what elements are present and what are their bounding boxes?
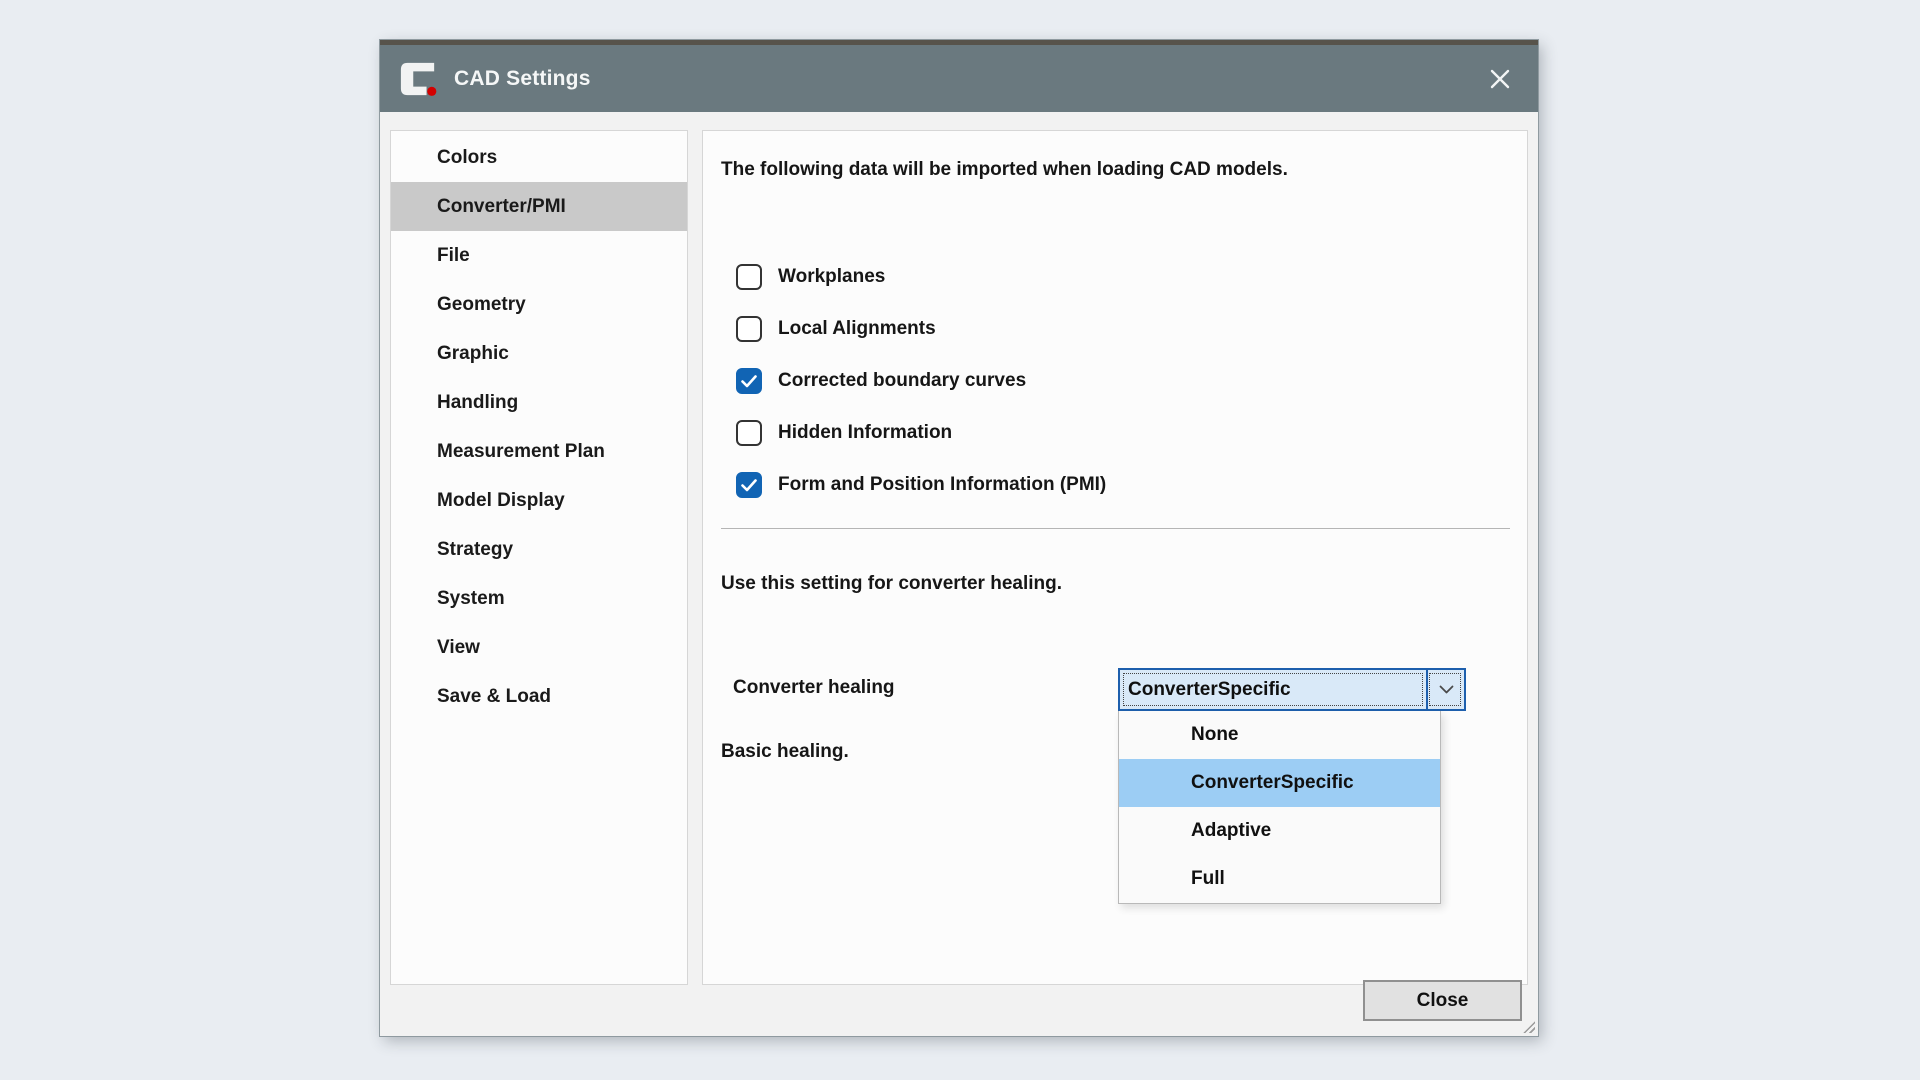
dropdown-option-full[interactable]: Full (1119, 855, 1440, 903)
sidebar-item-system[interactable]: System (391, 574, 687, 623)
dropdown-option-label: None (1191, 724, 1239, 746)
sidebar-item-view[interactable]: View (391, 623, 687, 672)
checkbox-row-workplanes[interactable]: Workplanes (736, 251, 1106, 303)
chevron-down-icon[interactable] (1426, 670, 1464, 709)
sidebar-item-label: Converter/PMI (437, 196, 566, 218)
sidebar-item-label: Graphic (437, 343, 509, 365)
checkbox-row-local-alignments[interactable]: Local Alignments (736, 303, 1106, 355)
converter-healing-label: Converter healing (733, 677, 895, 699)
window-title: CAD Settings (454, 67, 591, 91)
section-divider (721, 528, 1510, 529)
checkbox-row-corrected-boundary-curves[interactable]: Corrected boundary curves (736, 355, 1106, 407)
sidebar-item-handling[interactable]: Handling (391, 378, 687, 427)
converter-healing-dropdown: None ConverterSpecific Adaptive Full (1118, 711, 1441, 904)
checkbox-label: Form and Position Information (PMI) (778, 474, 1106, 496)
dropdown-option-label: Adaptive (1191, 820, 1271, 842)
checkbox-label: Corrected boundary curves (778, 370, 1026, 392)
checkbox-unchecked-icon[interactable] (736, 316, 762, 342)
checkbox-label: Local Alignments (778, 318, 936, 340)
checkbox-unchecked-icon[interactable] (736, 420, 762, 446)
sidebar-item-label: File (437, 245, 470, 267)
sidebar-item-colors[interactable]: Colors (391, 133, 687, 182)
sidebar-item-label: Geometry (437, 294, 526, 316)
sidebar-item-model-display[interactable]: Model Display (391, 476, 687, 525)
dropdown-option-adaptive[interactable]: Adaptive (1119, 807, 1440, 855)
dropdown-option-label: ConverterSpecific (1191, 772, 1354, 794)
sidebar-item-strategy[interactable]: Strategy (391, 525, 687, 574)
healing-heading: Use this setting for converter healing. (721, 573, 1062, 595)
sidebar-item-label: Save & Load (437, 686, 551, 708)
healing-description: Basic healing. (721, 741, 849, 763)
checkbox-label: Workplanes (778, 266, 885, 288)
titlebar[interactable]: CAD Settings (380, 45, 1538, 112)
checkbox-checked-icon[interactable] (736, 472, 762, 498)
checkbox-label: Hidden Information (778, 422, 952, 444)
sidebar-item-label: Measurement Plan (437, 441, 605, 463)
checkbox-row-hidden-information[interactable]: Hidden Information (736, 407, 1106, 459)
dropdown-option-label: Full (1191, 868, 1225, 890)
sidebar-item-label: Colors (437, 147, 497, 169)
sidebar-item-label: System (437, 588, 505, 610)
resize-grip[interactable] (1521, 1019, 1535, 1033)
converter-pmi-settings-panel: The following data will be imported when… (702, 130, 1528, 985)
sidebar-item-converter-pmi[interactable]: Converter/PMI (391, 182, 687, 231)
sidebar-item-label: Handling (437, 392, 518, 414)
cad-settings-dialog: CAD Settings Colors Converter/PMI File G… (380, 40, 1538, 1036)
app-logo-icon (397, 60, 439, 98)
sidebar-item-label: Strategy (437, 539, 513, 561)
settings-nav-list: Colors Converter/PMI File Geometry Graph… (390, 130, 688, 985)
close-icon[interactable] (1478, 57, 1522, 101)
sidebar-item-save-load[interactable]: Save & Load (391, 672, 687, 721)
close-button[interactable]: Close (1363, 980, 1522, 1021)
import-checkbox-group: Workplanes Local Alignments Corrected bo… (736, 251, 1106, 511)
sidebar-item-label: View (437, 637, 480, 659)
sidebar-item-measurement-plan[interactable]: Measurement Plan (391, 427, 687, 476)
sidebar-item-geometry[interactable]: Geometry (391, 280, 687, 329)
checkbox-unchecked-icon[interactable] (736, 264, 762, 290)
import-heading: The following data will be imported when… (721, 159, 1288, 181)
combobox-value: ConverterSpecific (1120, 670, 1426, 709)
sidebar-item-file[interactable]: File (391, 231, 687, 280)
checkbox-checked-icon[interactable] (736, 368, 762, 394)
sidebar-item-graphic[interactable]: Graphic (391, 329, 687, 378)
checkbox-row-form-position-pmi[interactable]: Form and Position Information (PMI) (736, 459, 1106, 511)
sidebar-item-label: Model Display (437, 490, 565, 512)
dropdown-option-none[interactable]: None (1119, 711, 1440, 759)
converter-healing-combobox[interactable]: ConverterSpecific (1118, 668, 1466, 711)
dropdown-option-converterspecific[interactable]: ConverterSpecific (1119, 759, 1440, 807)
